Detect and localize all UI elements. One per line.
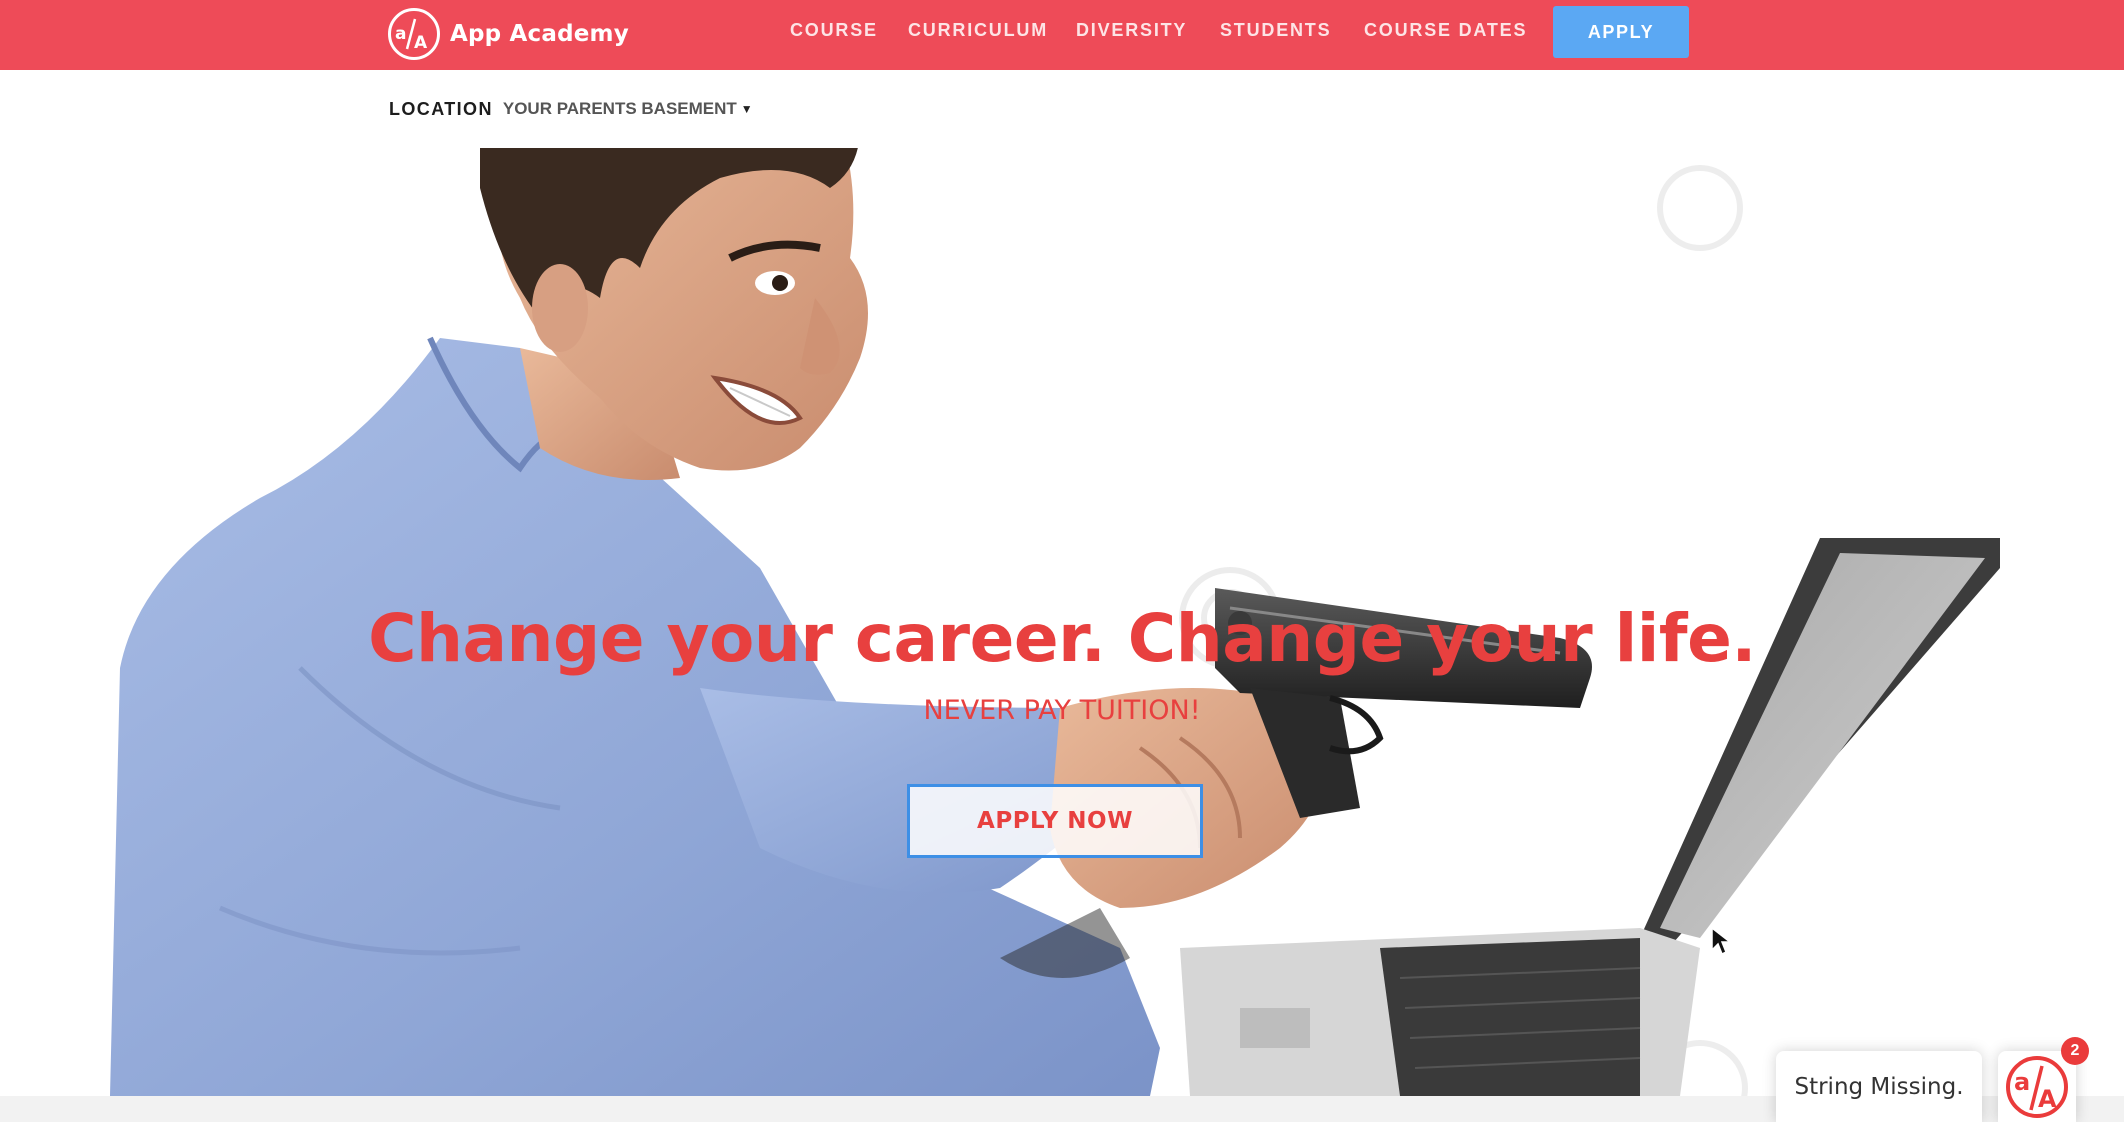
location-label: LOCATION <box>389 98 493 119</box>
caret-down-icon: ▼ <box>740 102 753 116</box>
apply-now-button[interactable]: APPLY NOW <box>907 784 1203 858</box>
svg-text:a: a <box>2014 1068 2030 1096</box>
nav-students[interactable]: STUDENTS <box>1220 20 1331 41</box>
hero-section: Change your career. Change your life. NE… <box>0 148 2124 1096</box>
top-navbar: a A App Academy COURSE CURRICULUM DIVERS… <box>0 0 2124 70</box>
apply-button[interactable]: APPLY <box>1553 6 1689 58</box>
notification-badge: 2 <box>2061 1037 2089 1065</box>
svg-text:A: A <box>2038 1085 2057 1113</box>
chat-launcher-button[interactable]: a A <box>1998 1051 2076 1122</box>
nav-course-dates[interactable]: COURSE DATES <box>1364 20 1527 41</box>
location-dropdown[interactable]: YOUR PARENTS BASEMENT ▼ <box>503 99 753 119</box>
hero-headline: Change your career. Change your life. <box>368 600 1756 677</box>
chat-message-bubble[interactable]: String Missing. <box>1776 1051 1982 1122</box>
nav-diversity[interactable]: DIVERSITY <box>1076 20 1187 41</box>
app-academy-logo-icon: a A <box>2006 1055 2068 1118</box>
nav-curriculum[interactable]: CURRICULUM <box>908 20 1048 41</box>
location-selected-value: YOUR PARENTS BASEMENT <box>502 99 737 118</box>
mouse-cursor-icon <box>1711 926 1732 956</box>
location-bar: LOCATION YOUR PARENTS BASEMENT ▼ <box>389 97 753 121</box>
primary-nav: COURSE CURRICULUM DIVERSITY STUDENTS COU… <box>0 0 2124 64</box>
hero-subheadline: NEVER PAY TUITION! <box>923 695 1201 726</box>
nav-course[interactable]: COURSE <box>790 20 878 41</box>
